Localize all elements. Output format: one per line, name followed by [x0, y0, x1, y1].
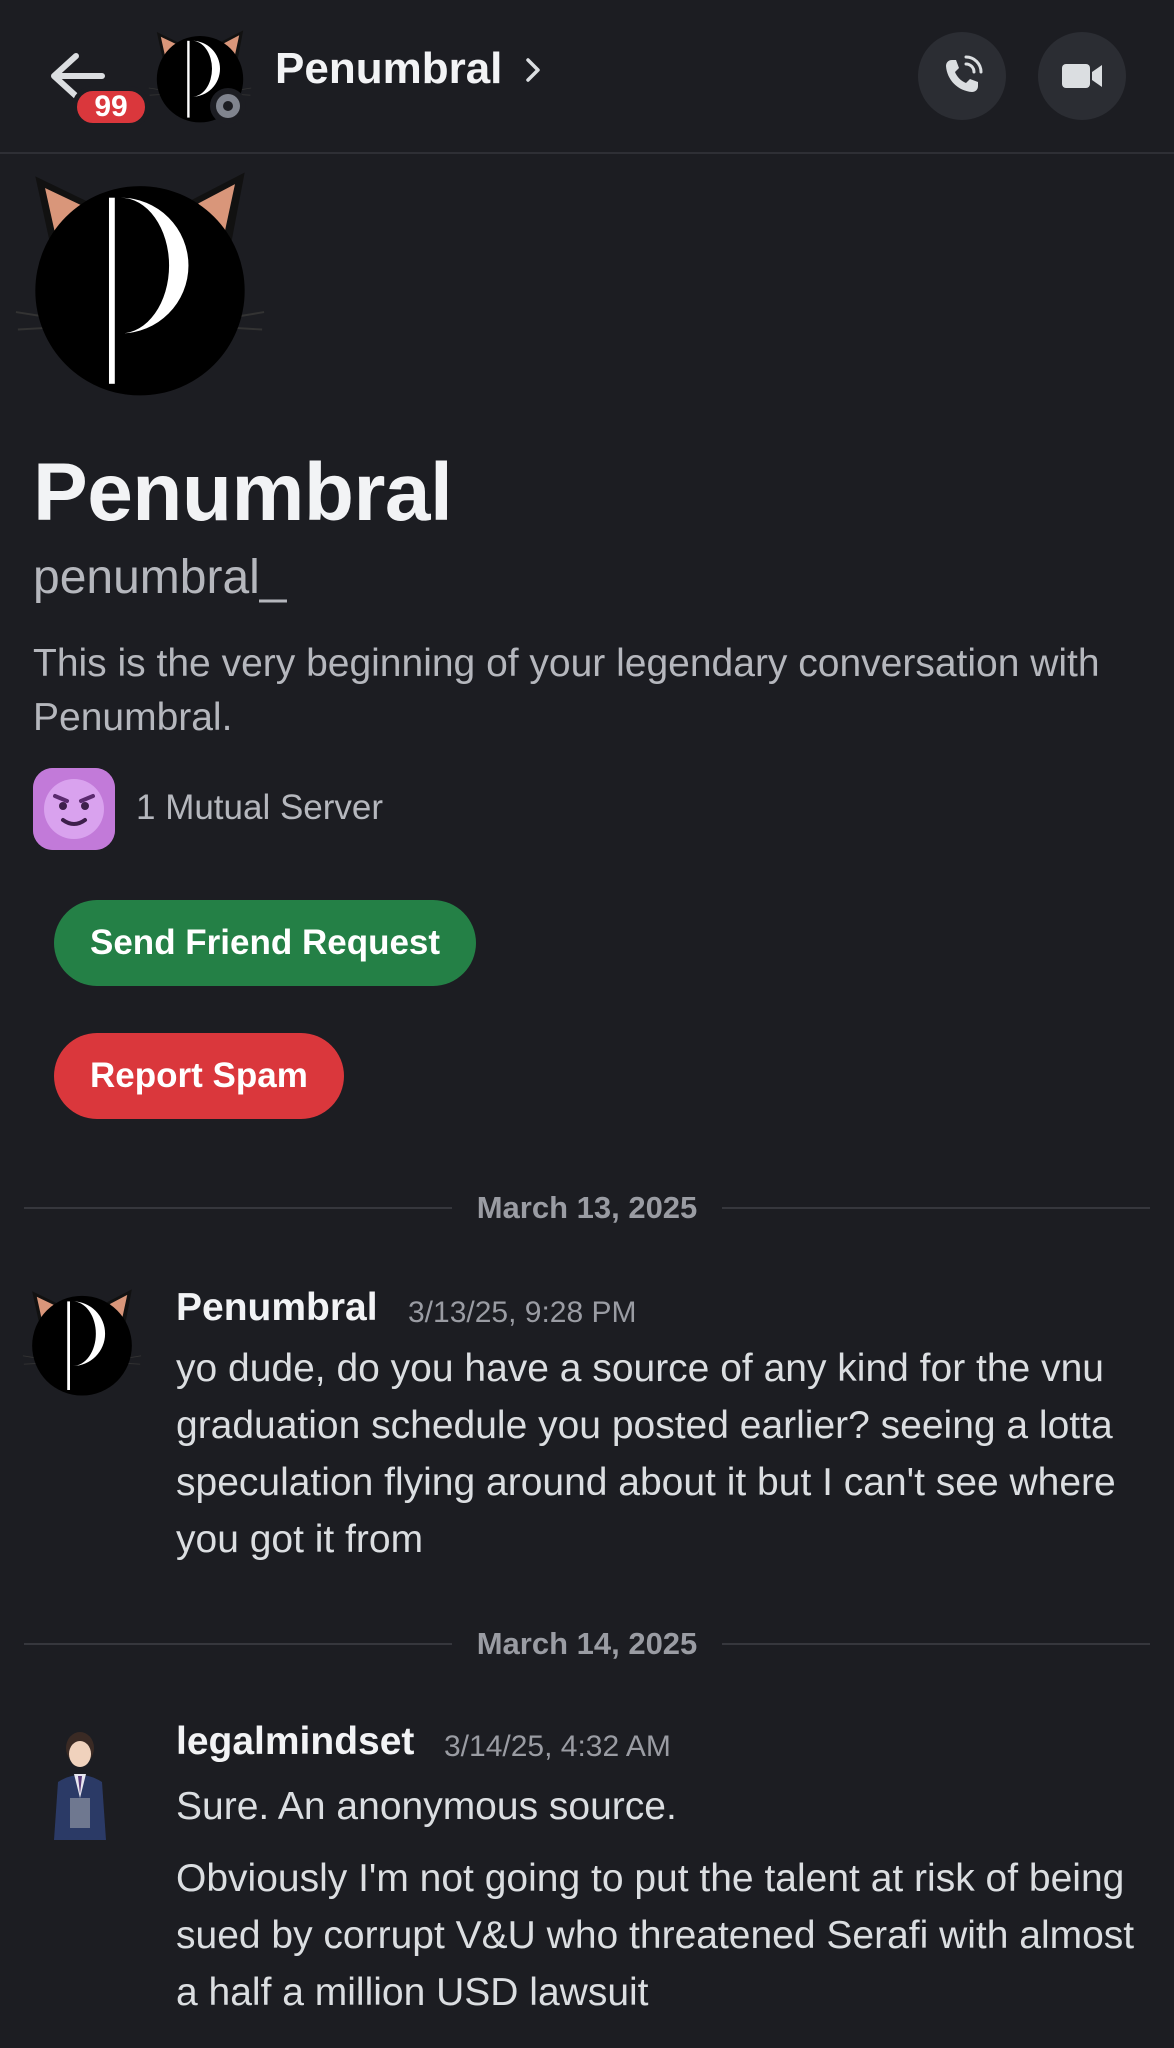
- message-text: Obviously I'm not going to put the talen…: [176, 1857, 1135, 2014]
- date-divider-label: March 13, 2025: [476, 1190, 698, 1225]
- mutual-server-icon[interactable]: [33, 768, 115, 850]
- top-bar: 99 Penumbral: [0, 0, 1174, 154]
- date-divider: March 14, 2025: [24, 1624, 1150, 1664]
- message-author-avatar[interactable]: [40, 1728, 120, 1840]
- video-camera-icon: [1062, 64, 1102, 88]
- message-timestamp: 3/14/25, 4:32 AM: [444, 1730, 671, 1763]
- profile-username: penumbral_: [33, 551, 287, 604]
- message-text: Sure. An anonymous source.: [176, 1785, 677, 1828]
- header-avatar[interactable]: [148, 26, 252, 126]
- phone-call-icon: [946, 55, 983, 92]
- message-text: yo dude, do you have a source of any kin…: [176, 1347, 1116, 1561]
- date-divider-label: March 14, 2025: [476, 1626, 698, 1661]
- conversation-intro-text: This is the very beginning of your legen…: [33, 642, 1100, 739]
- unread-badge: 99: [72, 86, 150, 128]
- message-timestamp: 3/13/25, 9:28 PM: [408, 1296, 637, 1329]
- smiling-face-icon: [33, 768, 115, 850]
- date-divider: March 13, 2025: [24, 1188, 1150, 1228]
- message-author-avatar[interactable]: [22, 1284, 142, 1400]
- voice-call-button[interactable]: [918, 32, 1006, 120]
- chevron-right-icon[interactable]: [522, 52, 544, 88]
- offline-status-icon: [210, 88, 246, 124]
- profile-avatar[interactable]: [14, 166, 266, 400]
- message-author-name[interactable]: Penumbral: [176, 1286, 378, 1330]
- report-spam-button[interactable]: Report Spam: [54, 1033, 344, 1119]
- channel-title[interactable]: Penumbral: [275, 44, 502, 94]
- send-friend-request-button[interactable]: Send Friend Request: [54, 900, 477, 986]
- profile-display-name: Penumbral: [33, 447, 453, 538]
- mutual-servers-link[interactable]: 1 Mutual Server: [136, 788, 383, 828]
- message-author-name[interactable]: legalmindset: [176, 1720, 414, 1764]
- video-call-button[interactable]: [1038, 32, 1126, 120]
